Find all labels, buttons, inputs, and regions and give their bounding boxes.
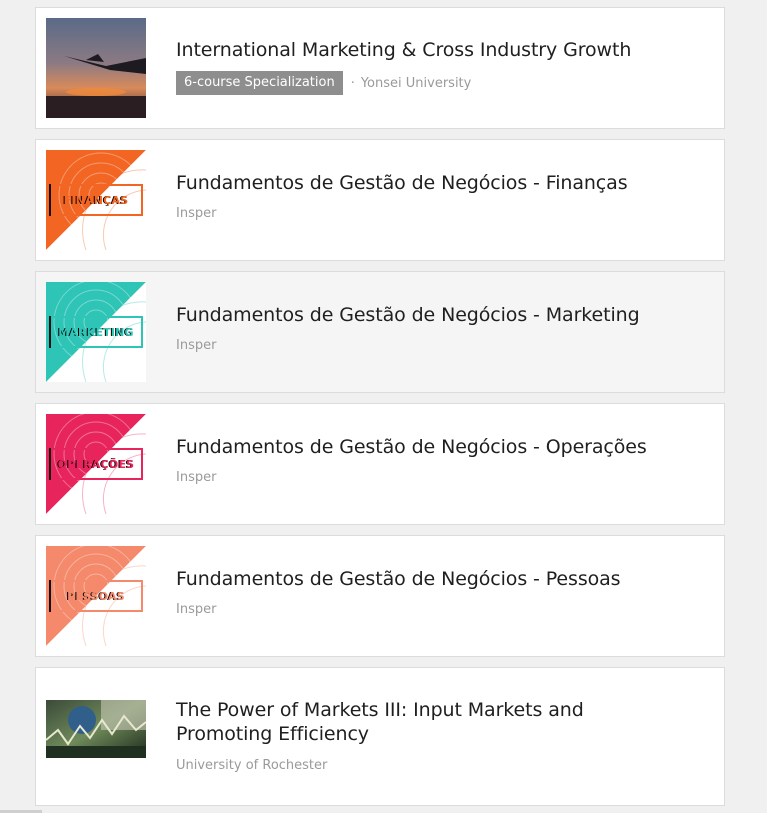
course-title[interactable]: Fundamentos de Gestão de Negócios - Oper…	[176, 435, 647, 459]
course-card-marketing[interactable]: MARKETING Fundamentos de Gestão de Negóc…	[35, 271, 725, 393]
financas-label: FINANÇAS	[49, 184, 143, 216]
partner-name: Insper	[176, 470, 217, 485]
course-title[interactable]: Fundamentos de Gestão de Negócios - Pess…	[176, 567, 621, 591]
course-card-power-of-markets[interactable]: The Power of Markets III: Input Markets …	[35, 667, 725, 806]
operacoes-label: OPERAÇÕES	[49, 448, 143, 480]
partner-name: Insper	[176, 338, 217, 353]
partner-name: Insper	[176, 602, 217, 617]
course-card-international-marketing[interactable]: International Marketing & Cross Industry…	[35, 7, 725, 129]
specialization-badge: 6-course Specialization	[176, 71, 343, 95]
course-card-financas[interactable]: FINANÇAS Fundamentos de Gestão de Negóci…	[35, 139, 725, 261]
course-card-operacoes[interactable]: OPERAÇÕES Fundamentos de Gestão de Negóc…	[35, 403, 725, 525]
partner-name: University of Rochester	[176, 758, 328, 773]
course-title[interactable]: The Power of Markets III: Input Markets …	[176, 698, 584, 746]
course-card-pessoas[interactable]: PESSOAS Fundamentos de Gestão de Negócio…	[35, 535, 725, 657]
separator-dot: ·	[350, 75, 355, 91]
marketing-cover-image: MARKETING	[46, 282, 146, 382]
course-title[interactable]: Fundamentos de Gestão de Negócios - Mark…	[176, 303, 640, 327]
financas-cover-image: FINANÇAS	[46, 150, 146, 250]
course-title[interactable]: Fundamentos de Gestão de Negócios - Fina…	[176, 171, 628, 195]
course-title[interactable]: International Marketing & Cross Industry…	[176, 38, 631, 62]
pessoas-label: PESSOAS	[49, 580, 143, 612]
partner-name: Insper	[176, 206, 217, 221]
course-meta: 6-course Specialization · Yonsei Univers…	[176, 71, 471, 95]
operacoes-cover-image: OPERAÇÕES	[46, 414, 146, 514]
airplane-sunset-image	[46, 18, 146, 118]
pessoas-cover-image: PESSOAS	[46, 546, 146, 646]
market-chart-image	[46, 700, 146, 758]
marketing-label: MARKETING	[49, 316, 143, 348]
partner-name: Yonsei University	[360, 75, 472, 91]
